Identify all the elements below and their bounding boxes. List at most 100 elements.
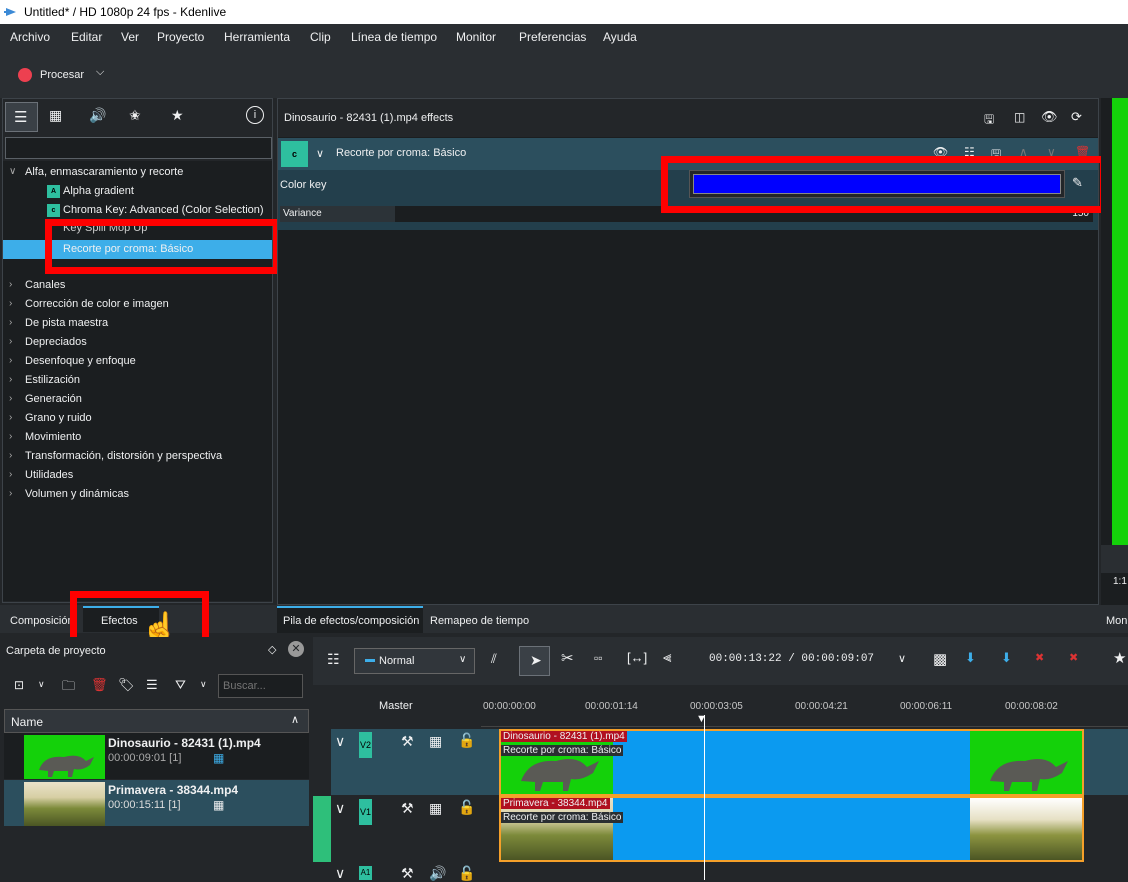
track-settings-icon[interactable]: ☷ (327, 651, 340, 668)
hide-track-icon[interactable]: ▦ (429, 800, 442, 817)
tab-monitor[interactable]: Mon (1106, 615, 1127, 627)
close-icon[interactable]: ✕ (288, 641, 304, 657)
collapse-icon[interactable]: ∨ (335, 865, 345, 882)
menu-archivo[interactable]: Archivo (10, 30, 50, 44)
razor-icon[interactable]: ✂ (561, 649, 574, 667)
collapse-icon[interactable]: ∨ (335, 800, 345, 817)
chevron-right-icon[interactable]: › (9, 393, 12, 404)
chevron-right-icon[interactable]: › (9, 336, 12, 347)
tag-icon[interactable]: 🏷 (118, 677, 135, 693)
menu-preferencias[interactable]: Preferencias (519, 30, 586, 44)
float-icon[interactable]: ◇ (268, 643, 276, 656)
effect-category[interactable]: Depreciados (25, 336, 87, 348)
eye-icon[interactable]: 👁 (1041, 109, 1058, 125)
timeline-ruler[interactable]: 00:00:00:00 00:00:01:14 00:00:03:05 00:0… (481, 697, 1128, 727)
track-label[interactable]: A1 (359, 866, 372, 880)
menu-icon[interactable]: ☰ (146, 677, 158, 693)
lock-icon[interactable]: 🔓 (458, 799, 475, 816)
effects-search-input[interactable] (5, 137, 272, 159)
chevron-down-icon[interactable]: ∨ (38, 679, 45, 690)
chevron-down-icon[interactable]: ∨ (316, 147, 324, 160)
chevron-down-icon[interactable]: ⌵ (96, 66, 104, 79)
add-clip-icon[interactable]: ⊡ (14, 678, 24, 692)
effect-category[interactable]: Generación (25, 393, 82, 405)
tab-remapeo[interactable]: Remapeo de tiempo (430, 615, 529, 627)
track-header-v1[interactable]: ∨ V1 ⚒ ▦ 🔓 (331, 796, 481, 862)
video-effects-icon[interactable]: ▦ (49, 107, 62, 124)
menu-monitor[interactable]: Monitor (456, 30, 496, 44)
insert-icon[interactable]: ⬇ (965, 650, 976, 666)
sort-icon[interactable]: ∧ (291, 713, 299, 726)
chevron-right-icon[interactable]: › (9, 317, 12, 328)
effect-category[interactable]: Movimiento (25, 431, 81, 443)
list-item[interactable]: Primavera - 38344.mp4 00:00:15:11 [1] ▦ (4, 780, 309, 826)
menu-proyecto[interactable]: Proyecto (157, 30, 204, 44)
mode-select[interactable]: ▬ Normal ∨ (354, 648, 475, 674)
chevron-right-icon[interactable]: › (9, 431, 12, 442)
menu-clip[interactable]: Clip (310, 30, 331, 44)
menu-editar[interactable]: Editar (71, 30, 102, 44)
info-icon[interactable]: i (246, 106, 264, 124)
timeline-clip-v1[interactable]: Primavera - 38344.mp4 Recorte por croma:… (499, 796, 1084, 862)
chevron-right-icon[interactable]: › (9, 298, 12, 309)
effect-category[interactable]: De pista maestra (25, 317, 108, 329)
split-compare-icon[interactable]: ◫ (1014, 110, 1025, 124)
lock-icon[interactable]: 🔓 (458, 732, 475, 749)
effect-category[interactable]: Desenfoque y enfoque (25, 355, 136, 367)
multicam-icon[interactable]: ⫷ (663, 649, 671, 666)
chevron-right-icon[interactable]: › (9, 488, 12, 499)
chevron-right-icon[interactable]: › (9, 450, 12, 461)
menu-herramienta[interactable]: Herramienta (224, 30, 290, 44)
extract-icon[interactable]: ✖ (1035, 651, 1044, 664)
delete-clip-icon[interactable]: 🗑 (91, 677, 108, 693)
list-view-button[interactable]: ☰ (5, 102, 38, 132)
effect-category[interactable]: Utilidades (25, 469, 73, 481)
favorite-star-icon[interactable]: ★ (171, 107, 184, 124)
timeline-clip-v2[interactable]: Dinosaurio - 82431 (1).mp4 Recorte por c… (499, 729, 1084, 796)
chevron-right-icon[interactable]: › (9, 279, 12, 290)
add-folder-icon[interactable]: 🗀 (62, 677, 75, 699)
menu-ayuda[interactable]: Ayuda (603, 30, 637, 44)
custom-effects-icon[interactable]: ✬ (129, 107, 141, 124)
playhead-marker-icon[interactable]: ▼ (696, 713, 707, 725)
ripple-icon[interactable]: [↔] (627, 650, 647, 665)
track-target-v1[interactable] (313, 796, 331, 862)
effect-category[interactable]: Grano y ruido (25, 412, 92, 424)
filter-icon[interactable]: ⛛ (175, 677, 186, 693)
effect-category[interactable]: Volumen y dinámicas (25, 488, 129, 500)
chevron-right-icon[interactable]: › (9, 412, 12, 423)
effects-wand-icon[interactable]: ⚒ (401, 800, 414, 817)
category-alfa[interactable]: Alfa, enmascaramiento y recorte (25, 166, 183, 178)
bin-search-input[interactable] (218, 674, 303, 698)
list-item[interactable]: Dinosaurio - 82431 (1).mp4 00:00:09:01 [… (4, 733, 309, 779)
audio-effects-icon[interactable]: 🔊 (89, 107, 106, 124)
effects-wand-icon[interactable]: ⚒ (401, 865, 414, 882)
collapse-icon[interactable]: ∨ (335, 733, 345, 750)
select-tool-button[interactable]: ➤ (519, 646, 550, 676)
slip-icon[interactable]: ▫▫ (594, 651, 603, 665)
save-stack-icon[interactable]: 🖫 (984, 110, 994, 131)
effect-category[interactable]: Corrección de color e imagen (25, 298, 169, 310)
audio-icon[interactable]: 🔊 (429, 865, 446, 882)
chevron-down-icon[interactable]: ∨ (200, 679, 207, 690)
lift-icon[interactable]: ✖ (1069, 651, 1078, 664)
effect-category[interactable]: Canales (25, 279, 65, 291)
track-header-v2[interactable]: ∨ V2 ⚒ ▦ 🔓 (331, 729, 481, 795)
favorite-star-icon[interactable]: ★ (1113, 649, 1126, 667)
chevron-right-icon[interactable]: › (9, 374, 12, 385)
timecode-display[interactable]: 00:00:13:22 / 00:00:09:07 (709, 653, 874, 665)
chevron-down-icon[interactable]: ∨ (898, 652, 906, 665)
bin-column-header[interactable]: Name ∧ (4, 709, 309, 733)
spacer-icon[interactable]: ⫽ (491, 651, 497, 667)
effect-alpha-gradient[interactable]: Alpha gradient (63, 185, 134, 197)
lock-icon[interactable]: 🔓 (458, 865, 475, 882)
chevron-right-icon[interactable]: › (9, 355, 12, 366)
track-label[interactable]: V1 (359, 799, 372, 825)
effect-category[interactable]: Estilización (25, 374, 80, 386)
hide-track-icon[interactable]: ▦ (429, 733, 442, 750)
tab-pila[interactable]: Pila de efectos/composición (283, 615, 419, 627)
reset-icon[interactable]: ⟳ (1071, 109, 1082, 125)
tab-composicion[interactable]: Composición (10, 615, 74, 627)
render-button[interactable]: Procesar ⌵ (10, 64, 110, 86)
preview-render-icon[interactable]: ▩ (933, 650, 947, 668)
